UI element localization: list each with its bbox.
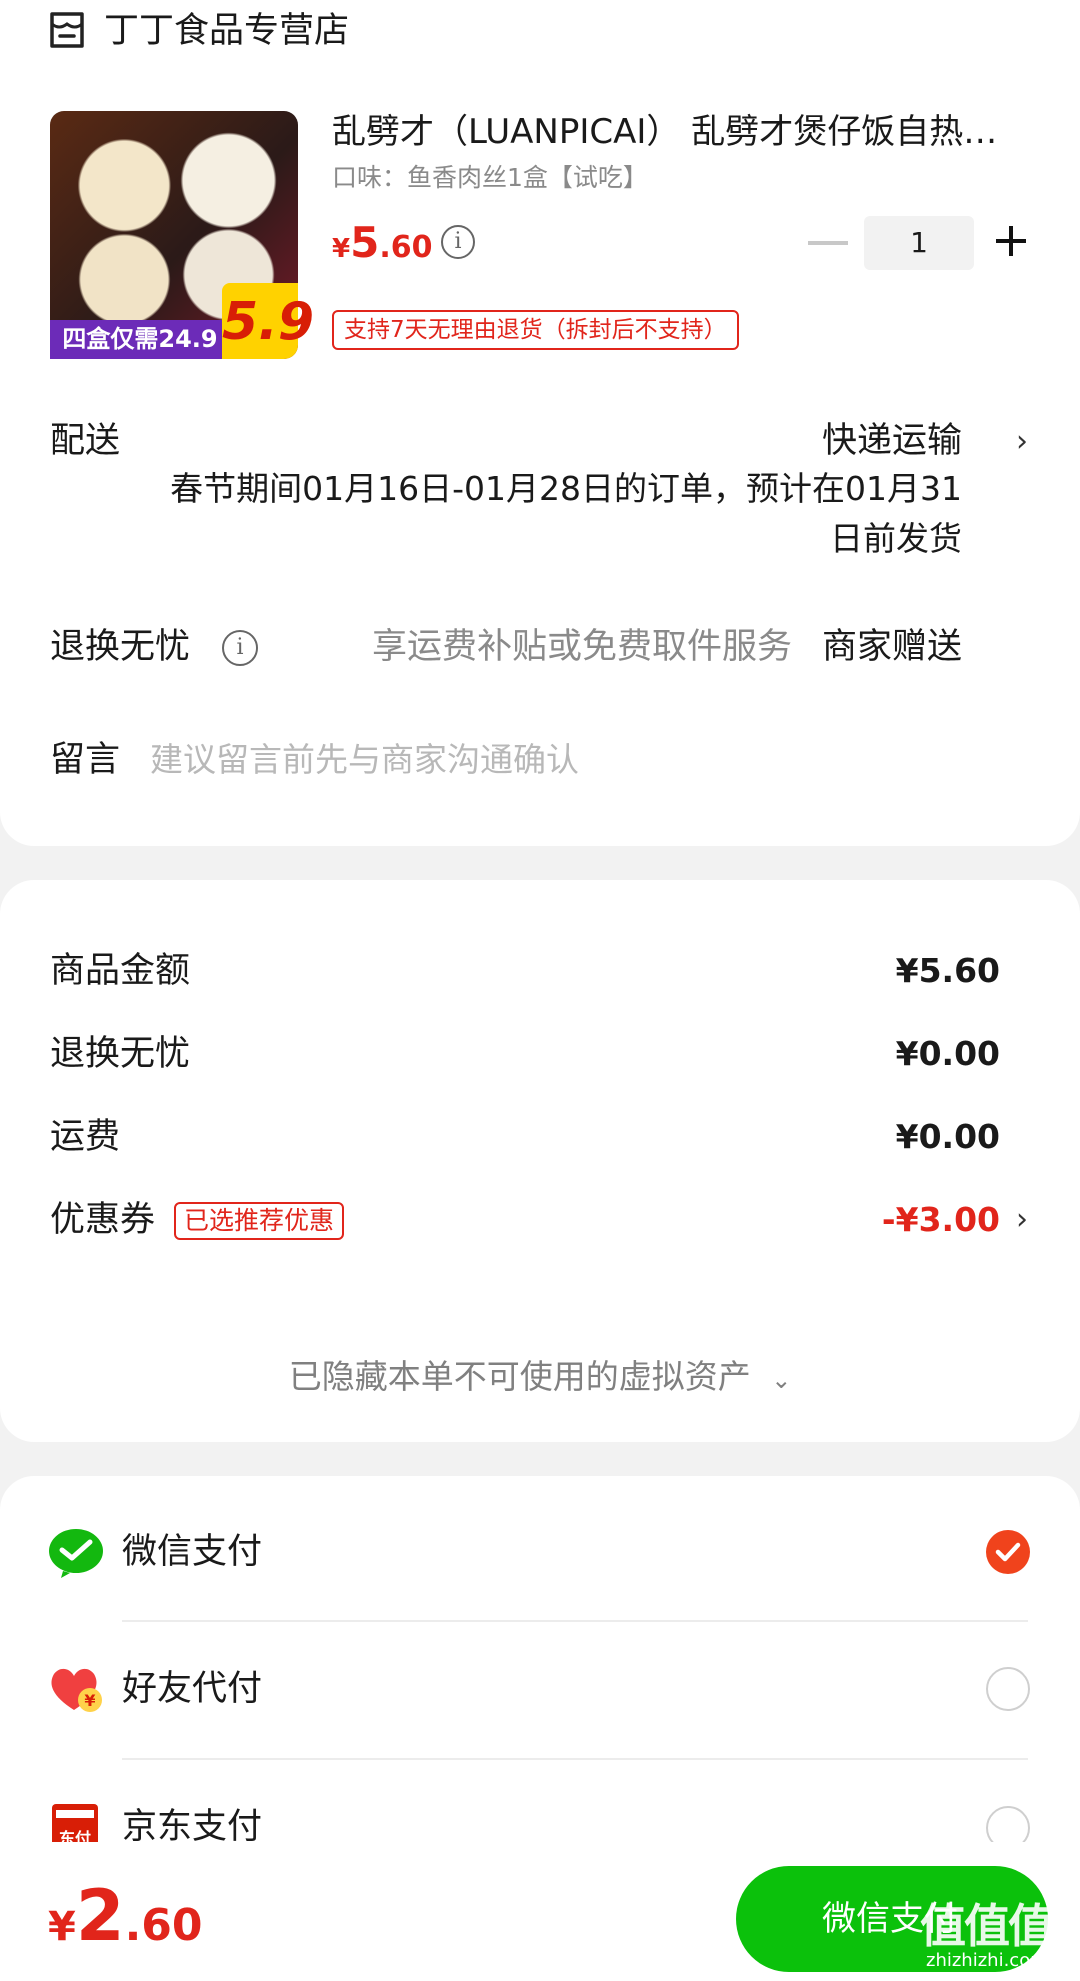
delivery-label: 配送 — [50, 421, 121, 461]
product-spec[interactable]: 口味：鱼香肉丝1盒【试吃】 — [332, 160, 648, 196]
payment-divider — [122, 1620, 1028, 1622]
price-integer: 5 — [350, 218, 380, 267]
coupon-value[interactable]: -¥3.00 — [882, 1197, 1000, 1243]
coupon-chevron-icon[interactable]: › — [1016, 1202, 1028, 1237]
price-decimal: .60 — [379, 230, 433, 265]
wechat-pay-icon — [49, 1529, 103, 1578]
worry-free-fee-value: ¥0.00 — [895, 1034, 1000, 1073]
delivery-chevron-icon[interactable]: › — [1016, 424, 1028, 459]
subtotal-label: 商品金额 — [50, 951, 191, 991]
watermark-logo: 值值值 — [920, 1899, 1054, 1953]
product-title[interactable]: 乱劈才（LUANPICAI） 乱劈才煲仔饭自热… — [332, 110, 1032, 154]
watermark-url: zhizhizhi.com — [926, 1950, 1048, 1971]
chevron-down-icon: ⌄ — [771, 1366, 792, 1394]
total-currency: ¥ — [48, 1904, 76, 1950]
price-info-icon[interactable]: i — [441, 225, 475, 259]
worry-free-value[interactable]: 商家赠送 — [822, 624, 962, 670]
store-icon — [50, 12, 84, 48]
return-policy-tag: 支持7天无理由退货（拆封后不支持） — [332, 310, 739, 350]
check-icon — [995, 1542, 1021, 1562]
price-currency: ¥ — [332, 234, 351, 264]
total-decimal: .60 — [124, 1900, 203, 1951]
quantity-decrease-button[interactable] — [808, 241, 848, 245]
message-input[interactable]: 建议留言前先与商家沟通确认 — [150, 737, 579, 783]
coupon-badge: 已选推荐优惠 — [174, 1202, 345, 1240]
payment-method-friend[interactable]: 好友代付 — [122, 1666, 262, 1712]
store-name[interactable]: 丁丁食品专营店 — [104, 8, 349, 54]
shipping-fee-label: 运费 — [50, 1117, 121, 1157]
quantity-increase-button[interactable] — [996, 226, 1026, 256]
delivery-note: 春节期间01月16日-01月28日的订单，预计在01月31日前发货 — [170, 469, 962, 558]
product-price: ¥5.60 — [332, 218, 432, 267]
worry-free-fee-label: 退换无忧 — [50, 1034, 191, 1074]
coupon-label: 优惠券 — [50, 1200, 156, 1240]
subtotal-value: ¥5.60 — [895, 951, 1000, 990]
payment-divider — [122, 1758, 1028, 1760]
total-integer: 2 — [75, 1875, 125, 1957]
worry-free-info-icon[interactable]: i — [222, 630, 258, 666]
message-label: 留言 — [50, 740, 121, 780]
quantity-input[interactable]: 1 — [864, 216, 974, 270]
payment-method-wechat[interactable]: 微信支付 — [122, 1529, 262, 1575]
product-image-promo-text: 四盒仅需24.9 — [50, 320, 230, 359]
svg-text:¥: ¥ — [84, 1691, 95, 1710]
worry-free-desc: 享运费补贴或免费取件服务 — [372, 627, 793, 667]
shipping-fee-value: ¥0.00 — [895, 1117, 1000, 1156]
total-price: ¥2.60 — [48, 1875, 203, 1957]
hidden-assets-text: 已隐藏本单不可使用的虚拟资产 — [288, 1357, 751, 1396]
worry-free-label: 退换无忧 — [50, 627, 191, 667]
product-image-promo-price: 5.9 — [222, 283, 314, 359]
hidden-assets-toggle[interactable]: 已隐藏本单不可使用的虚拟资产 ⌄ — [0, 1354, 1080, 1403]
friend-pay-radio[interactable] — [986, 1667, 1030, 1711]
friend-pay-icon: ¥ — [51, 1668, 102, 1712]
wechat-pay-radio[interactable] — [986, 1530, 1030, 1574]
delivery-method[interactable]: 快递运输 — [822, 418, 962, 464]
